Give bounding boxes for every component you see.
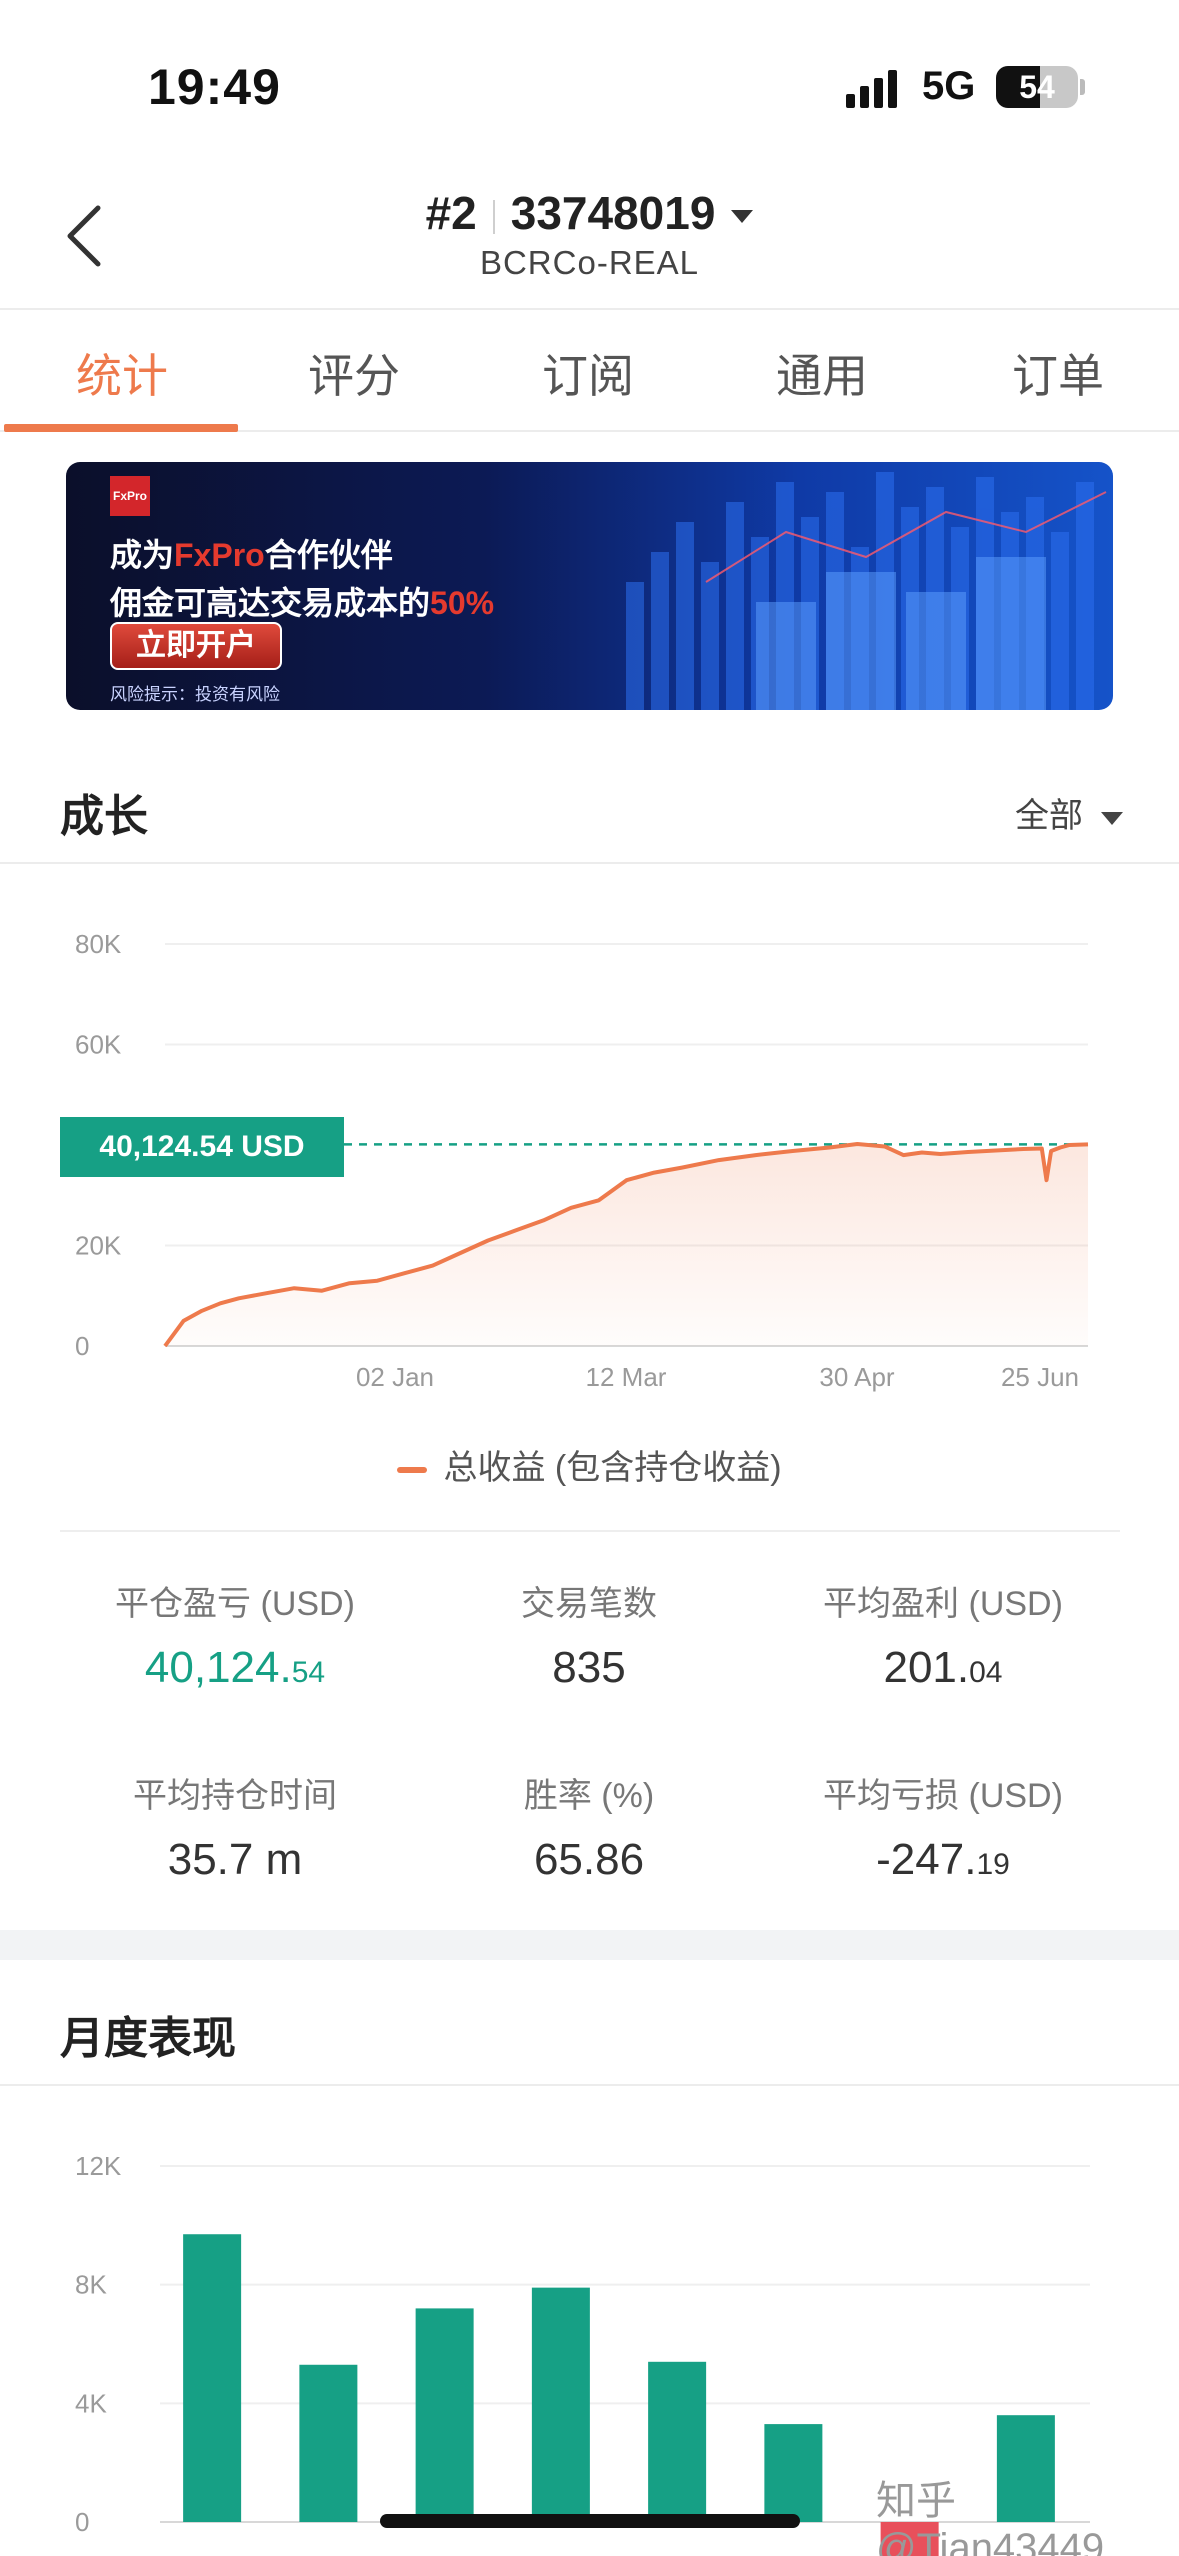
stat-value: 201.04 xyxy=(883,1643,1003,1692)
stat-value: 35.7 m xyxy=(167,1835,303,1884)
y-tick-label: 4K xyxy=(75,2388,107,2418)
y-tick-label: 80K xyxy=(75,929,122,959)
stat-win-rate: 胜率 (%) 65.86 xyxy=(412,1768,766,1885)
x-tick-label: 25 Jun xyxy=(1001,1362,1079,1392)
signal-icon xyxy=(846,68,906,108)
risk-disclaimer: 风险提示：投资有风险 xyxy=(110,685,280,704)
stat-label: 平仓盈亏 (USD) xyxy=(115,1585,355,1623)
current-value-tag: 40,124.54 USD xyxy=(60,1117,344,1177)
tab-bar: 统计 评分 订阅 通用 订单 xyxy=(0,312,1179,432)
title-separator xyxy=(492,199,495,234)
watermark: 知乎 @Tian43449 xyxy=(876,2479,1105,2556)
x-tick-label: 30 Apr xyxy=(819,1362,895,1392)
stat-label: 平均亏损 (USD) xyxy=(823,1777,1063,1815)
tab-subscribe[interactable]: 订阅 xyxy=(470,340,706,406)
status-time: 19:49 xyxy=(148,59,281,115)
network-type: 5G xyxy=(922,64,976,108)
fxpro-logo: FxPro xyxy=(110,476,150,516)
x-tick-label: 02 Jan xyxy=(356,1362,434,1392)
y-tick-label: 60K xyxy=(75,1030,122,1060)
tab-general[interactable]: 通用 xyxy=(704,340,940,406)
battery-cap xyxy=(1080,79,1085,95)
stat-value: 40,124.54 xyxy=(144,1643,326,1692)
tab-orders[interactable]: 订单 xyxy=(940,340,1176,406)
bar[interactable] xyxy=(415,2308,474,2522)
server-name: BCRCo-REAL xyxy=(479,244,700,281)
tab-rating[interactable]: 评分 xyxy=(236,340,472,406)
x-tick-label: 12 Mar xyxy=(586,1362,667,1392)
caret-down-icon xyxy=(731,210,754,224)
stat-value: 835 xyxy=(552,1643,626,1692)
stat-closed-pnl: 平仓盈亏 (USD) 40,124.54 xyxy=(58,1576,412,1693)
growth-header: 成长 全部 xyxy=(0,744,1179,864)
status-bar: 19:49 5G 54 xyxy=(0,0,1179,160)
legend-label: 总收益 (包含持仓收益) xyxy=(443,1449,782,1487)
monthly-title: 月度表现 xyxy=(60,2014,236,2063)
bar[interactable] xyxy=(648,2361,707,2522)
bar[interactable] xyxy=(299,2364,358,2522)
y-tick-label: 0 xyxy=(75,1331,89,1361)
stat-label: 平均盈利 (USD) xyxy=(823,1585,1063,1623)
legend-swatch xyxy=(397,1467,428,1474)
caret-down-icon xyxy=(1101,811,1123,825)
stat-trade-count: 交易笔数 835 xyxy=(412,1576,766,1693)
section-divider xyxy=(60,1530,1120,1532)
section-gap xyxy=(0,1930,1179,1960)
promo-banner[interactable]: FxPro 成为FxPro合作伙伴 佣金可高达交易成本的50% 立即开户 风险提… xyxy=(66,462,1113,710)
growth-title: 成长 xyxy=(60,792,148,841)
stat-avg-hold-time: 平均持仓时间 35.7 m xyxy=(58,1768,412,1885)
open-account-button[interactable]: 立即开户 xyxy=(110,622,282,670)
stat-avg-profit: 平均盈利 (USD) 201.04 xyxy=(766,1576,1120,1693)
tab-statistics[interactable]: 统计 xyxy=(4,340,240,406)
bar[interactable] xyxy=(183,2234,242,2522)
stat-value: 65.86 xyxy=(533,1835,645,1884)
account-header: #2 33748019 BCRCo-REAL xyxy=(0,160,1179,310)
battery-level: 54 xyxy=(1019,69,1055,105)
banner-headline: 成为FxPro合作伙伴 xyxy=(110,537,393,573)
account-index: #2 xyxy=(425,187,477,239)
range-selector[interactable]: 全部 xyxy=(1015,788,1123,837)
monthly-header: 月度表现 xyxy=(0,1966,1179,2086)
y-tick-label: 0 xyxy=(75,2507,89,2537)
bar[interactable] xyxy=(531,2287,590,2522)
y-tick-label: 20K xyxy=(75,1231,122,1261)
stat-value: -247.19 xyxy=(876,1835,1010,1884)
stat-label: 胜率 (%) xyxy=(523,1777,655,1815)
stat-label: 交易笔数 xyxy=(521,1585,657,1623)
battery-icon: 54 xyxy=(996,66,1078,108)
stat-avg-loss: 平均亏损 (USD) -247.19 xyxy=(766,1768,1120,1885)
y-tick-label: 8K xyxy=(75,2270,107,2300)
account-number: 33748019 xyxy=(510,187,716,239)
chart-legend: 总收益 (包含持仓收益) xyxy=(0,1440,1179,1489)
active-tab-indicator xyxy=(4,424,238,432)
home-indicator[interactable] xyxy=(380,2514,800,2528)
banner-subheadline: 佣金可高达交易成本的50% xyxy=(110,585,495,621)
bar[interactable] xyxy=(764,2424,823,2522)
y-tick-label: 12K xyxy=(75,2151,122,2181)
account-selector[interactable]: #2 33748019 xyxy=(0,186,1179,240)
stat-label: 平均持仓时间 xyxy=(133,1777,337,1815)
